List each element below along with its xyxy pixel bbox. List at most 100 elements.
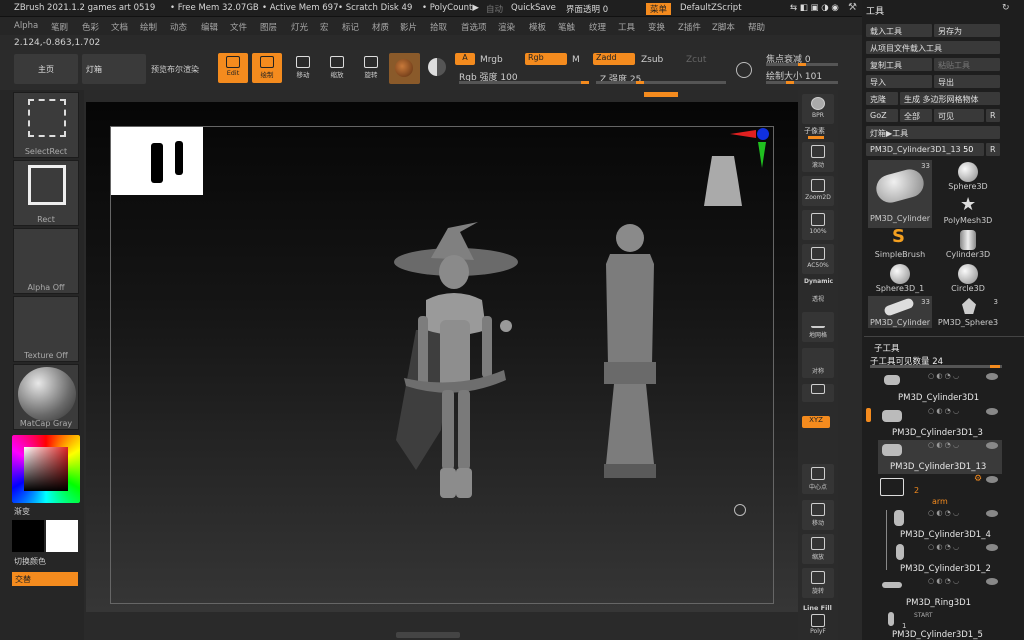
gear-icon[interactable]: ⚙ <box>974 474 982 484</box>
r-button[interactable]: R <box>986 109 1000 122</box>
all-button[interactable]: 全部 <box>900 109 932 122</box>
gradient-label[interactable]: 渐变 <box>14 506 30 517</box>
subtool-header[interactable]: 子工具 <box>874 342 900 354</box>
color-picker[interactable] <box>12 435 80 503</box>
visibility-eye-icon[interactable] <box>986 476 998 483</box>
save-as-button[interactable]: 另存为 <box>934 24 1000 37</box>
rotate-button[interactable]: 旋转 <box>356 53 386 83</box>
current-tool-slider[interactable]: PM3D_Cylinder3D1_13 50 <box>866 143 984 156</box>
visibility-eye-icon[interactable] <box>986 442 998 449</box>
stroke-settings-icon[interactable] <box>736 62 752 78</box>
subtool-row[interactable]: ○ ◐ ◔ ◡ PM3D_Ring3D1 <box>878 576 1002 610</box>
menu-item[interactable]: 宏 <box>320 21 329 33</box>
linefill-label[interactable]: Line Fill <box>803 604 832 612</box>
perspective-button[interactable]: 透视 <box>802 284 834 306</box>
polyf-button[interactable]: PolyF <box>802 612 834 638</box>
script-selector[interactable]: DefaultZScript <box>680 3 742 13</box>
subtool-toggles[interactable]: ○ ◐ ◔ ◡ <box>928 509 964 517</box>
menu-item[interactable]: 渲染 <box>498 21 515 33</box>
subtool-row[interactable]: ○ ◐ ◔ ◡ PM3D_Cylinder3D1_2 <box>878 542 1002 576</box>
current-r-button[interactable]: R <box>986 143 1000 156</box>
paste-tool-button[interactable]: 粘贴工具 <box>934 58 1000 71</box>
visible-count-slider[interactable] <box>870 365 1002 368</box>
subtool-toggles[interactable]: ○ ◐ ◔ ◡ <box>928 441 964 449</box>
axis-gizmo[interactable] <box>726 124 772 170</box>
focal-shift-slider[interactable] <box>766 63 838 66</box>
texture-toggle-icon[interactable] <box>428 58 446 76</box>
zsub-toggle[interactable]: Zsub <box>641 55 663 65</box>
lock-button[interactable] <box>802 384 834 402</box>
scroll-button[interactable]: 滚动 <box>802 142 834 172</box>
transparency-slider[interactable]: 界面透明 0 <box>566 3 608 15</box>
tool-header[interactable]: 工具 <box>866 4 884 17</box>
draw-button[interactable]: 绘制 <box>252 53 282 83</box>
material-slot[interactable]: MatCap Gray <box>13 364 79 430</box>
menu-item[interactable]: 模板 <box>529 21 546 33</box>
menu-item[interactable]: 影片 <box>400 21 417 33</box>
viewport-canvas[interactable] <box>86 102 798 612</box>
menu-item[interactable]: Z插件 <box>678 21 701 33</box>
menu-item[interactable]: 笔触 <box>558 21 575 33</box>
draw-size-slider[interactable] <box>766 81 838 84</box>
menu-item[interactable]: 绘制 <box>140 21 157 33</box>
a-toggle[interactable]: A <box>455 53 475 65</box>
switch-color-label[interactable]: 切换颜色 <box>14 556 46 567</box>
lightbox-tools-button[interactable]: 灯箱▶工具 <box>866 126 1000 139</box>
preview-boolean-render[interactable]: 预览布尔渲染 <box>151 64 199 75</box>
zcut-toggle[interactable]: Zcut <box>686 55 706 65</box>
menu-item[interactable]: 变换 <box>648 21 665 33</box>
load-from-project-button[interactable]: 从项目文件载入工具 <box>866 41 1000 54</box>
subtool-toggles[interactable]: ○ ◐ ◔ ◡ <box>928 543 964 551</box>
subtool-toggles[interactable]: ○ ◐ ◔ ◡ <box>928 407 964 415</box>
subtool-folder[interactable]: 2 ⚙ arm <box>878 474 1002 508</box>
visibility-eye-icon[interactable] <box>986 408 998 415</box>
subpixel-label[interactable]: 子像素 <box>804 126 825 136</box>
edit-button[interactable]: Edit <box>218 53 248 83</box>
clone-button[interactable]: 克隆 <box>866 92 898 105</box>
texture-slot[interactable]: Texture Off <box>13 296 79 362</box>
z-intensity-slider[interactable] <box>596 81 726 84</box>
menu-item[interactable]: 材质 <box>372 21 389 33</box>
subtool-row[interactable]: ○ ◐ ◔ ◡ PM3D_Cylinder3D1_4 <box>878 508 1002 542</box>
menu-item[interactable]: 标记 <box>342 21 359 33</box>
local-button[interactable]: 对称 <box>802 348 834 378</box>
quicksave-button[interactable]: QuickSave <box>511 3 556 13</box>
floor-button[interactable]: 地网格 <box>802 312 834 342</box>
menu-item[interactable]: 色彩 <box>82 21 99 33</box>
alternate-button[interactable]: 交替 <box>12 572 78 586</box>
bottom-tray-handle[interactable] <box>396 632 460 638</box>
menu-item[interactable]: 首选项 <box>461 21 487 33</box>
secondary-color-swatch[interactable] <box>12 520 44 552</box>
subtool-toggles[interactable]: ○ ◐ ◔ ◡ <box>928 577 964 585</box>
menu-item[interactable]: Alpha <box>14 21 38 31</box>
menu-item[interactable]: 灯光 <box>291 21 308 33</box>
tool-thumb-sphere3d-1[interactable]: Sphere3D_1 <box>868 262 932 294</box>
rotate-view-button[interactable]: 旋转 <box>802 568 834 598</box>
m-toggle[interactable]: M <box>572 55 580 65</box>
witch-model[interactable] <box>386 220 526 510</box>
select-rect-brush[interactable]: SelectRect <box>13 92 79 158</box>
refresh-icon[interactable]: ↻ <box>1002 3 1010 13</box>
lightbox-button[interactable]: 灯箱 <box>82 54 146 84</box>
scale-button[interactable]: 缩放 <box>322 53 352 83</box>
zoom2d-button[interactable]: Zoom2D <box>802 176 834 206</box>
menu-item[interactable]: 笔刷 <box>51 21 68 33</box>
subtool-row[interactable]: ○ ◐ ◔ ◡ PM3D_Cylinder3D1 <box>878 371 1002 405</box>
export-button[interactable]: 导出 <box>934 75 1000 88</box>
visible-button[interactable]: 可见 <box>934 109 984 122</box>
pillar-model[interactable] <box>594 224 666 480</box>
visibility-eye-icon[interactable] <box>986 510 998 517</box>
menu-item[interactable]: 动态 <box>170 21 187 33</box>
silhouette-preview[interactable] <box>111 127 203 195</box>
mrgb-toggle[interactable]: Mrgb <box>480 55 503 65</box>
goz-button[interactable]: GoZ <box>866 109 898 122</box>
tool-thumb-pm3d-cylinder[interactable]: 33 PM3D_Cylinder <box>868 160 932 228</box>
polycount[interactable]: • PolyCount▶ <box>422 3 479 13</box>
make-polymesh-button[interactable]: 生成 多边形网格物体 <box>900 92 1000 105</box>
menu-item[interactable]: 图层 <box>260 21 277 33</box>
load-tool-button[interactable]: 载入工具 <box>866 24 932 37</box>
rgb-intensity-slider[interactable] <box>459 81 589 84</box>
menu-item[interactable]: 拾取 <box>430 21 447 33</box>
tool-thumb-circle3d[interactable]: Circle3D <box>936 262 1000 294</box>
menu-item[interactable]: 工具 <box>618 21 635 33</box>
